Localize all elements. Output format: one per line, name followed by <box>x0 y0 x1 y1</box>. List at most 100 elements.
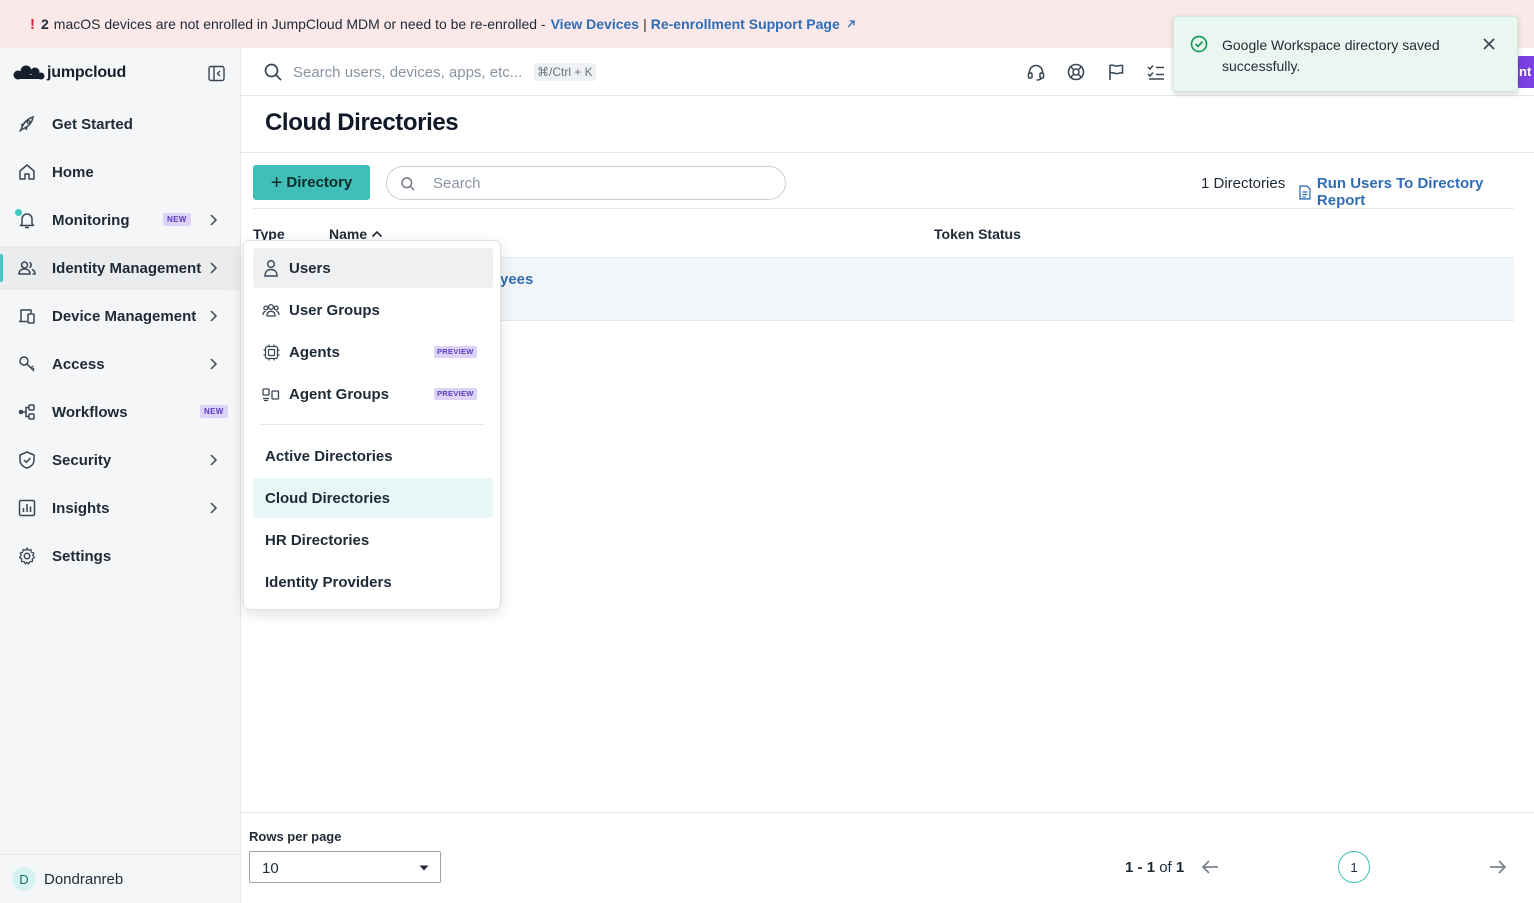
divider <box>241 812 1534 813</box>
directory-name-link[interactable]: yees <box>500 271 533 288</box>
divider <box>253 208 1514 209</box>
sidebar-item-insights[interactable]: Insights <box>0 486 240 530</box>
sidebar-item-security[interactable]: Security <box>0 438 240 482</box>
sidebar-item-access[interactable]: Access <box>0 342 240 386</box>
menu-item-cloud-directories[interactable]: Cloud Directories <box>253 478 493 518</box>
chevron-right-icon <box>210 214 218 226</box>
menu-item-agent-groups[interactable]: Agent Groups PREVIEW <box>253 374 493 414</box>
arrow-right-icon <box>1490 860 1507 874</box>
add-directory-label: Directory <box>286 174 353 191</box>
plus-icon: + <box>270 171 283 194</box>
arrow-left-icon <box>1201 860 1218 874</box>
directory-search-input[interactable] <box>433 174 763 192</box>
add-directory-button[interactable]: + Directory <box>253 165 370 200</box>
notification-dot <box>15 209 22 216</box>
divider <box>241 152 1534 153</box>
document-icon <box>1299 184 1311 200</box>
chart-icon <box>16 497 38 519</box>
chevron-right-icon <box>210 262 218 274</box>
range-dash: - <box>1137 859 1143 876</box>
user-groups-icon <box>262 301 280 319</box>
help-lifebuoy-icon[interactable] <box>1065 61 1087 83</box>
banner-separator: | <box>643 16 647 32</box>
key-icon <box>16 353 38 375</box>
rows-per-page-select[interactable]: 10 <box>249 851 441 883</box>
chevron-right-icon <box>210 454 218 466</box>
view-devices-link[interactable]: View Devices <box>551 16 639 32</box>
preview-badge: PREVIEW <box>434 346 477 358</box>
page-title: Cloud Directories <box>265 109 459 136</box>
range-total: 1 <box>1175 859 1185 876</box>
preview-banner-button[interactable]: nt <box>1516 56 1534 88</box>
user-name: Dondranreb <box>44 870 124 888</box>
menu-item-label: Identity Providers <box>265 573 392 591</box>
run-report-label: Run Users To Directory Report <box>1316 175 1484 209</box>
sidebar-item-settings[interactable]: Settings <box>0 534 240 578</box>
users-icon <box>16 257 38 279</box>
sidebar-item-workflows[interactable]: Workflows NEW <box>0 390 240 434</box>
new-badge: NEW <box>200 405 228 418</box>
sidebar-item-label: Workflows <box>52 403 128 421</box>
menu-item-label: Users <box>289 259 331 277</box>
user-icon <box>262 259 280 277</box>
collapse-sidebar-button[interactable] <box>205 62 227 84</box>
menu-item-agents[interactable]: Agents PREVIEW <box>253 332 493 372</box>
logo-text: jumpcloud <box>47 64 127 81</box>
menu-item-label: Agent Groups <box>289 385 389 403</box>
sidebar-item-home[interactable]: Home <box>0 150 240 194</box>
alert-icon: ! <box>30 15 35 33</box>
menu-item-active-directories[interactable]: Active Directories <box>253 436 493 476</box>
jumpcloud-cloud-icon <box>13 65 45 80</box>
jumpcloud-logo[interactable]: jumpcloud <box>12 62 126 84</box>
caret-down-icon <box>419 865 429 871</box>
search-icon <box>263 62 283 82</box>
global-search-input[interactable] <box>293 62 528 82</box>
sidebar-item-label: Settings <box>52 547 112 565</box>
search-shortcut-hint: ⌘/Ctrl + K <box>534 63 596 81</box>
sidebar-item-device-management[interactable]: Device Management <box>0 294 240 338</box>
identity-management-menu: Users User Groups Agents PREVIEW Agent G… <box>243 240 501 610</box>
menu-divider <box>260 424 484 425</box>
sidebar-item-monitoring[interactable]: Monitoring NEW <box>0 198 240 242</box>
menu-item-label: HR Directories <box>265 531 370 549</box>
next-page-button[interactable] <box>1486 856 1510 878</box>
workflow-icon <box>16 401 38 423</box>
success-check-icon <box>1189 34 1209 54</box>
sidebar-item-label: Access <box>52 355 105 373</box>
support-headset-icon[interactable] <box>1025 61 1047 83</box>
page-number-button[interactable]: 1 <box>1338 851 1370 883</box>
flag-icon[interactable] <box>1105 61 1127 83</box>
chevron-right-icon <box>210 358 218 370</box>
menu-item-user-groups[interactable]: User Groups <box>253 290 493 330</box>
menu-item-label: Active Directories <box>265 447 393 465</box>
reenrollment-support-link[interactable]: Re-enrollment Support Page <box>651 16 840 32</box>
chip-icon <box>262 343 280 361</box>
rocket-icon <box>16 113 38 135</box>
chevron-right-icon <box>210 310 218 322</box>
sidebar-item-label: Insights <box>52 499 110 517</box>
user-profile[interactable]: D Dondranreb <box>0 854 240 903</box>
preview-badge: PREVIEW <box>434 388 477 400</box>
run-report-link[interactable]: Run Users To Directory Report <box>1298 175 1534 209</box>
sort-ascending-icon <box>372 230 383 238</box>
rows-per-page-value: 10 <box>262 860 279 877</box>
menu-item-users[interactable]: Users <box>253 248 493 288</box>
menu-item-label: Cloud Directories <box>265 489 391 507</box>
chevron-right-icon <box>210 502 218 514</box>
menu-item-identity-providers[interactable]: Identity Providers <box>253 562 493 602</box>
menu-item-hr-directories[interactable]: HR Directories <box>253 520 493 560</box>
toast-message: Google Workspace directory saved success… <box>1222 37 1440 74</box>
previous-page-button[interactable] <box>1198 856 1222 878</box>
banner-device-count: 2 <box>41 16 49 32</box>
close-icon[interactable] <box>1480 35 1498 53</box>
search-icon <box>400 176 416 192</box>
column-header-token-status[interactable]: Token Status <box>934 226 1021 242</box>
sidebar-item-identity-management[interactable]: Identity Management <box>0 246 240 290</box>
banner-message: macOS devices are not enrolled in JumpCl… <box>53 16 546 32</box>
sidebar-item-label: Home <box>52 163 94 181</box>
menu-item-label: Agents <box>289 343 340 361</box>
directory-search[interactable] <box>386 166 786 200</box>
column-header-label: Token Status <box>934 226 1021 242</box>
sidebar-item-get-started[interactable]: Get Started <box>0 102 240 146</box>
checklist-icon[interactable] <box>1145 61 1167 83</box>
